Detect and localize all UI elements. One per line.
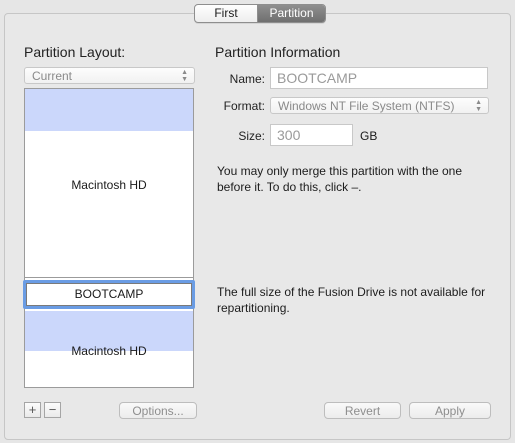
size-unit: GB <box>360 129 378 143</box>
partition-label: Macintosh HD <box>71 344 147 358</box>
partition-information-heading: Partition Information <box>215 44 341 60</box>
add-partition-button[interactable]: + <box>24 402 41 418</box>
name-label: Name: <box>229 72 265 86</box>
select-arrows-icon: ▲ ▼ <box>475 99 482 113</box>
size-label: Size: <box>238 129 265 143</box>
merge-message: You may only merge this partition with t… <box>217 164 463 194</box>
partition-label: BOOTCAMP <box>26 283 192 306</box>
partition-macintosh-hd-1[interactable]: Macintosh HD <box>25 89 193 277</box>
partition-divider <box>25 277 193 278</box>
partition-label: Macintosh HD <box>71 178 147 192</box>
used-space-bar <box>25 89 193 131</box>
tab-partition[interactable]: Partition <box>258 5 325 22</box>
partition-bootcamp-selected[interactable]: BOOTCAMP <box>23 280 195 309</box>
partition-macintosh-hd-2[interactable]: Macintosh HD <box>25 311 193 387</box>
size-field[interactable]: 300 <box>270 124 353 146</box>
layout-select-value: Current <box>32 69 73 83</box>
select-arrows-icon: ▲ ▼ <box>181 69 188 83</box>
revert-button[interactable]: Revert <box>324 402 401 419</box>
fusion-drive-message: The full size of the Fusion Drive is not… <box>217 285 486 315</box>
partition-layout-heading: Partition Layout: <box>24 44 126 60</box>
remove-partition-button[interactable]: − <box>44 402 61 418</box>
plus-icon: + <box>28 402 37 417</box>
minus-icon: − <box>48 402 57 417</box>
tab-bar: First Aid Partition <box>194 4 326 23</box>
apply-button[interactable]: Apply <box>409 402 491 419</box>
tab-first-aid[interactable]: First Aid <box>195 5 258 22</box>
format-select-value: Windows NT File System (NTFS) <box>278 99 455 113</box>
format-label: Format: <box>223 99 265 113</box>
options-button[interactable]: Options... <box>119 402 197 419</box>
format-select[interactable]: Windows NT File System (NTFS) ▲ ▼ <box>270 97 489 114</box>
layout-select[interactable]: Current ▲ ▼ <box>24 67 195 84</box>
name-field[interactable]: BOOTCAMP <box>270 67 488 89</box>
partition-layout-map: Macintosh HD Macintosh HD <box>24 88 194 388</box>
